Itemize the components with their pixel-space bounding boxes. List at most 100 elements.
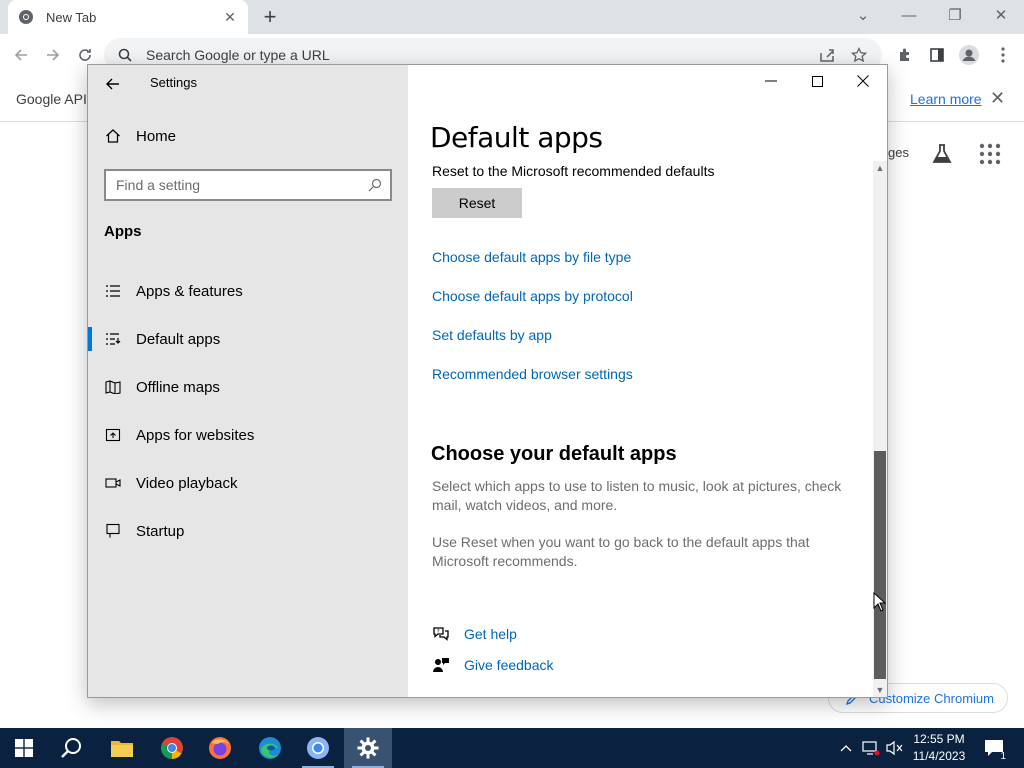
browser-menu-icon[interactable] (990, 42, 1016, 68)
labs-flask-icon[interactable] (930, 142, 954, 166)
get-help-link[interactable]: ? Get help (432, 625, 517, 643)
taskbar-search-button[interactable] (48, 728, 96, 768)
browser-minimize-button[interactable]: — (886, 0, 932, 30)
link-recommended-browser-settings[interactable]: Recommended browser settings (432, 366, 633, 382)
browser-close-button[interactable]: ✕ (978, 0, 1024, 30)
firefox-icon (209, 737, 231, 759)
taskbar-chrome[interactable] (148, 728, 196, 768)
sidebar-item-offline-maps[interactable]: Offline maps (88, 365, 408, 409)
taskbar-firefox[interactable] (196, 728, 244, 768)
feedback-icon (433, 658, 449, 672)
taskbar-file-explorer[interactable] (98, 728, 146, 768)
edge-icon (259, 737, 281, 759)
back-arrow-icon[interactable] (8, 42, 34, 68)
profile-avatar-icon[interactable] (956, 42, 982, 68)
sidebar-item-label: Video playback (136, 474, 238, 492)
browser-tab-strip: New Tab ✕ + ⌄ — ❐ ✕ (0, 0, 1024, 34)
svg-text:?: ? (437, 629, 440, 635)
nav-section-heading: Apps (104, 223, 142, 240)
taskbar-edge[interactable] (246, 728, 294, 768)
minimize-icon (765, 80, 777, 82)
search-icon (118, 48, 132, 62)
reset-description: Reset to the Microsoft recommended defau… (432, 163, 715, 179)
infobar-close-icon[interactable]: ✕ (990, 88, 1005, 109)
action-center-button[interactable]: 1 (980, 728, 1008, 768)
section-heading: Choose your default apps (431, 443, 677, 465)
sidebar-item-video-playback[interactable]: Video playback (88, 461, 408, 505)
sidebar-item-default-apps[interactable]: Default apps (88, 317, 408, 361)
taskbar-clock[interactable]: 12:55 PM 11/4/2023 (906, 731, 972, 765)
list-icon (104, 282, 122, 300)
close-icon (857, 75, 869, 87)
tray-overflow-chevron-icon[interactable] (836, 728, 856, 768)
chromium-icon (307, 737, 329, 759)
settings-content: Default apps Reset to the Microsoft reco… (408, 65, 887, 697)
window-title: Settings (150, 75, 197, 90)
chrome-icon (161, 737, 183, 759)
taskbar-settings[interactable] (344, 728, 392, 768)
nav-home[interactable]: Home (104, 127, 176, 145)
extensions-icon[interactable] (892, 42, 918, 68)
help-chat-icon: ? (433, 627, 449, 641)
startup-icon (104, 522, 122, 540)
windows-logo-icon (15, 739, 33, 757)
find-setting-input[interactable]: Find a setting (104, 169, 392, 201)
notification-count: 1 (1000, 751, 1006, 762)
apps-grid-icon[interactable] (978, 142, 1002, 166)
chrome-favicon-icon (19, 10, 33, 24)
sidebar-item-label: Default apps (136, 330, 221, 348)
sidebar-item-apps-for-websites[interactable]: Apps for websites (88, 413, 408, 457)
forward-arrow-icon[interactable] (40, 42, 66, 68)
scroll-up-icon[interactable]: ▲ (873, 161, 887, 175)
infobar-message: Google API k (16, 91, 98, 107)
tab-close-icon[interactable]: ✕ (222, 9, 238, 25)
map-icon (104, 378, 122, 396)
maximize-icon (811, 75, 823, 87)
get-help-label: Get help (464, 626, 517, 642)
sidebar-item-label: Apps & features (136, 282, 243, 300)
network-icon[interactable] (860, 728, 882, 768)
close-button[interactable] (840, 65, 886, 97)
give-feedback-label: Give feedback (464, 657, 554, 673)
settings-window: Settings Home Find a setting Apps Apps &… (87, 64, 888, 698)
sidebar-item-apps-features[interactable]: Apps & features (88, 269, 408, 313)
taskbar-chromium[interactable] (294, 728, 342, 768)
back-arrow-icon[interactable] (102, 73, 124, 95)
search-icon (61, 738, 81, 758)
minimize-button[interactable] (748, 65, 794, 97)
browser-restore-button[interactable]: ❐ (932, 0, 978, 30)
nav-home-label: Home (136, 127, 177, 145)
maximize-button[interactable] (794, 65, 840, 97)
page-title: Default apps (430, 121, 603, 154)
omnibox-placeholder: Search Google or type a URL (146, 47, 330, 63)
start-button[interactable] (0, 728, 48, 768)
default-apps-icon (104, 330, 122, 348)
find-setting-placeholder: Find a setting (116, 177, 201, 193)
sidebar-item-startup[interactable]: Startup (88, 509, 408, 553)
volume-muted-icon[interactable] (884, 728, 904, 768)
tab-search-icon[interactable]: ⌄ (840, 0, 886, 30)
scroll-down-icon[interactable]: ▼ (873, 683, 887, 697)
taskbar: 12:55 PM 11/4/2023 1 (0, 728, 1024, 768)
link-default-apps-by-protocol[interactable]: Choose default apps by protocol (432, 288, 633, 304)
link-set-defaults-by-app[interactable]: Set defaults by app (432, 327, 552, 343)
reset-button[interactable]: Reset (432, 188, 522, 218)
side-panel-icon[interactable] (924, 42, 950, 68)
scrollbar-thumb[interactable] (874, 451, 886, 679)
reset-info-paragraph: Use Reset when you want to go back to th… (432, 534, 810, 569)
folder-icon (111, 741, 133, 757)
vertical-scrollbar[interactable]: ▲ ▼ (873, 161, 887, 697)
gear-icon (357, 737, 379, 759)
new-tab-button[interactable]: + (258, 4, 282, 30)
settings-nav-pane: Settings Home Find a setting Apps Apps &… (88, 65, 408, 697)
browser-tab[interactable]: New Tab ✕ (8, 0, 248, 34)
give-feedback-link[interactable]: Give feedback (432, 656, 554, 674)
link-default-apps-by-file-type[interactable]: Choose default apps by file type (432, 249, 631, 265)
ntp-images-link[interactable]: ges (888, 145, 909, 160)
sidebar-item-label: Startup (136, 522, 185, 540)
description-paragraph: Select which apps to use to listen to mu… (432, 478, 842, 513)
clock-time: 12:55 PM (913, 732, 965, 746)
mouse-cursor-icon (873, 592, 887, 612)
infobar-learn-more-link[interactable]: Learn more (910, 91, 982, 107)
clock-date: 11/4/2023 (912, 749, 966, 763)
